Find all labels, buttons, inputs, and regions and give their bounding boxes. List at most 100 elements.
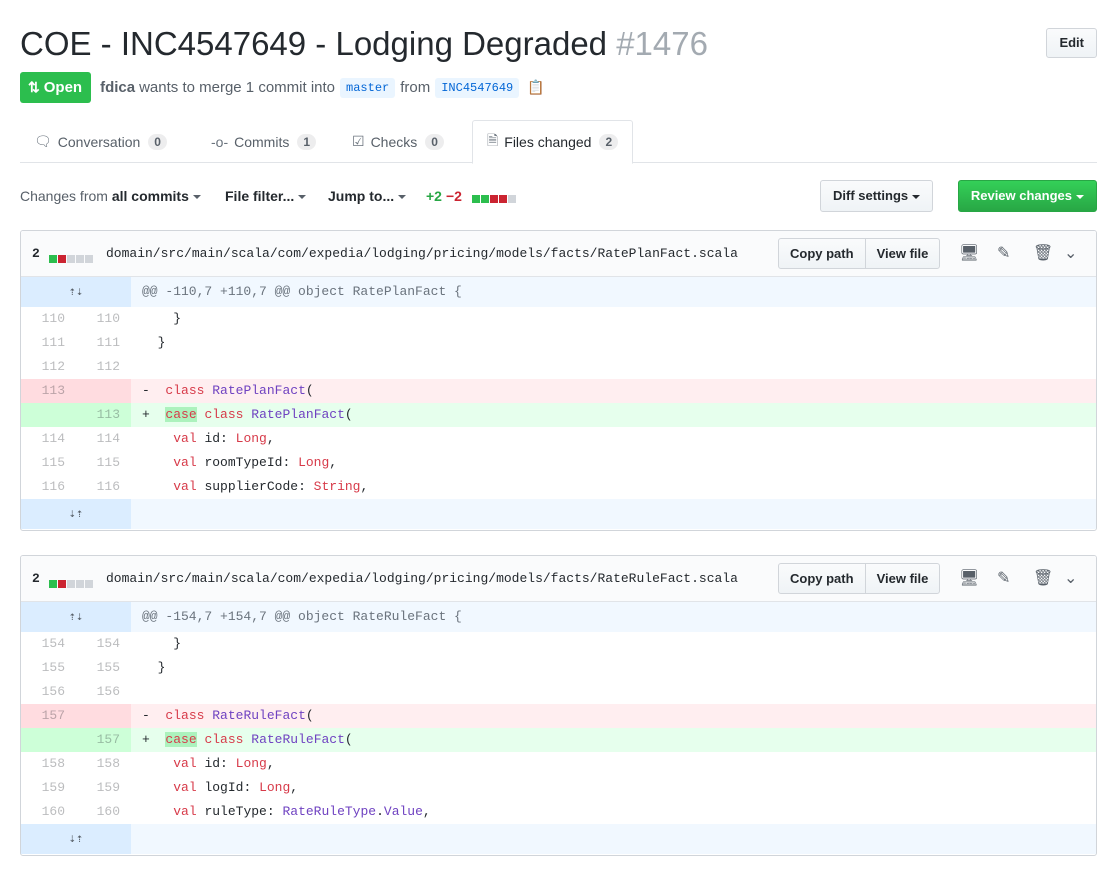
new-line-number[interactable]: 157 xyxy=(76,728,131,752)
pencil-icon[interactable]: ✎ xyxy=(997,231,1010,277)
status-badge: ⇅ Open xyxy=(20,72,92,103)
tab-commits[interactable]: -o- Commits 1 xyxy=(197,120,330,163)
review-changes-button[interactable]: Review changes xyxy=(957,180,1097,212)
old-line-number[interactable]: 110 xyxy=(21,307,76,331)
caret-down-icon xyxy=(398,195,407,200)
changes-from-dropdown[interactable]: Changes from all commits xyxy=(20,180,201,212)
diff-sign: + xyxy=(142,732,150,747)
new-line-number[interactable]: 160 xyxy=(76,800,131,824)
code-keyword-added: case xyxy=(165,732,197,747)
chevron-down-icon[interactable]: ⌄ xyxy=(1064,231,1077,277)
new-line-number[interactable]: 154 xyxy=(76,632,131,656)
tab-files-changed[interactable]: 🗎 Files changed 2 xyxy=(472,120,634,164)
code-punct: , xyxy=(266,431,275,446)
author-link[interactable]: fdica xyxy=(100,79,135,96)
code-field: supplierCode xyxy=(204,479,299,494)
diff-toolbar: Changes from all commits File filter... … xyxy=(20,180,1097,212)
hunk-header: ⇡⇣ @@ -110,7 +110,7 @@ object RatePlanFa… xyxy=(21,277,1096,307)
checklist-icon: ☑ xyxy=(352,133,365,149)
old-line-number[interactable]: 113 xyxy=(21,379,76,403)
jump-to-dropdown[interactable]: Jump to... xyxy=(328,180,407,212)
old-line-number[interactable]: 115 xyxy=(21,451,76,475)
copy-path-button[interactable]: Copy path xyxy=(778,238,866,269)
caret-down-icon xyxy=(1076,194,1084,199)
merge-text: wants to merge 1 commit into xyxy=(139,79,336,96)
file-path[interactable]: domain/src/main/scala/com/expedia/lodgin… xyxy=(106,231,738,277)
expand-down-icon[interactable]: ⇣⇡ xyxy=(21,499,131,529)
old-line-number[interactable]: 155 xyxy=(21,656,76,680)
new-line-number[interactable]: 111 xyxy=(76,331,131,355)
code-type: Long xyxy=(259,780,291,795)
tab-checks[interactable]: ☑ Checks 0 xyxy=(338,120,458,163)
new-line-number[interactable]: 112 xyxy=(76,355,131,379)
diff-line: 155 155 } xyxy=(21,656,1096,680)
new-line-number[interactable]: 113 xyxy=(76,403,131,427)
new-line-number[interactable]: 116 xyxy=(76,475,131,499)
expand-up-icon[interactable]: ⇡⇣ xyxy=(21,602,131,632)
expand-row: ⇣⇡ xyxy=(21,824,1096,854)
old-line-number[interactable]: 112 xyxy=(21,355,76,379)
chevron-down-icon[interactable]: ⌄ xyxy=(1064,556,1077,602)
desktop-icon[interactable]: 🖥 xyxy=(959,556,979,602)
code-type: RatePlanFact xyxy=(251,407,345,422)
tab-conversation[interactable]: 🗨 Conversation 0 xyxy=(20,120,181,163)
code-line: val id: Long, xyxy=(173,431,275,446)
diff-line: 159 159 val logId: Long, xyxy=(21,776,1096,800)
edit-button[interactable]: Edit xyxy=(1046,28,1097,58)
code-field: roomTypeId xyxy=(204,455,283,470)
tab-counter: 0 xyxy=(148,133,167,150)
new-line-number[interactable]: 156 xyxy=(76,680,131,704)
head-branch[interactable]: INC4547649 xyxy=(435,77,520,98)
desktop-icon[interactable]: 🖥 xyxy=(959,231,979,277)
new-line-number[interactable]: 155 xyxy=(76,656,131,680)
new-line-number[interactable]: 110 xyxy=(76,307,131,331)
pr-tabs: 🗨 Conversation 0 -o- Commits 1 ☑ Checks … xyxy=(20,120,1097,164)
caret-down-icon xyxy=(912,194,921,199)
diff-settings-button[interactable]: Diff settings xyxy=(820,180,934,212)
code-punct: , xyxy=(290,780,299,795)
base-branch[interactable]: master xyxy=(340,77,396,98)
new-line-number[interactable]: 159 xyxy=(76,776,131,800)
code-type: RatePlanFact xyxy=(212,383,306,398)
file-filter-dropdown[interactable]: File filter... xyxy=(225,180,307,212)
old-line-number[interactable]: 159 xyxy=(21,776,76,800)
code-punct: , xyxy=(329,455,338,470)
old-line-number[interactable]: 158 xyxy=(21,752,76,776)
diff-line: 154 154 } xyxy=(21,632,1096,656)
old-line-number[interactable]: 116 xyxy=(21,475,76,499)
file-diff: 2 domain/src/main/scala/com/expedia/lodg… xyxy=(20,230,1097,531)
code-type: Long xyxy=(298,455,330,470)
file-diffstat-blocks xyxy=(49,250,94,266)
old-line-number[interactable]: 111 xyxy=(21,331,76,355)
pencil-icon[interactable]: ✎ xyxy=(997,556,1010,602)
tab-label: Conversation xyxy=(57,133,141,150)
new-line-number[interactable]: 115 xyxy=(76,451,131,475)
new-line-number[interactable]: 158 xyxy=(76,752,131,776)
old-line-number[interactable]: 157 xyxy=(21,704,76,728)
trash-icon[interactable]: 🗑 xyxy=(1033,556,1053,602)
pr-title-row: COE - INC4547649 - Lodging Degraded #147… xyxy=(20,22,1097,66)
diff-line: 110 110 } xyxy=(21,307,1096,331)
code-keyword-added: case xyxy=(165,407,197,422)
new-line-number[interactable]: 114 xyxy=(76,427,131,451)
expand-down-icon[interactable]: ⇣⇡ xyxy=(21,824,131,854)
view-file-button[interactable]: View file xyxy=(864,563,941,594)
code-keyword: class xyxy=(165,383,205,398)
added-line: 113 + case class RatePlanFact( xyxy=(21,403,1096,427)
code-type: Long xyxy=(235,431,267,446)
old-line-number[interactable]: 160 xyxy=(21,800,76,824)
trash-icon[interactable]: 🗑 xyxy=(1033,231,1053,277)
expand-up-icon[interactable]: ⇡⇣ xyxy=(21,277,131,307)
old-line-number[interactable]: 156 xyxy=(21,680,76,704)
old-line-number[interactable]: 114 xyxy=(21,427,76,451)
file-change-count: 2 xyxy=(32,246,40,261)
clipboard-icon[interactable]: 📋 xyxy=(527,79,544,96)
file-path[interactable]: domain/src/main/scala/com/expedia/lodgin… xyxy=(106,556,738,602)
code-type: String xyxy=(313,479,361,494)
old-line-number[interactable]: 154 xyxy=(21,632,76,656)
diffstat-blocks xyxy=(471,181,517,213)
copy-path-button[interactable]: Copy path xyxy=(778,563,866,594)
view-file-button[interactable]: View file xyxy=(864,238,941,269)
diffstat: +2 −2 xyxy=(426,180,517,212)
code-line: + case class RateRuleFact( xyxy=(142,728,353,752)
